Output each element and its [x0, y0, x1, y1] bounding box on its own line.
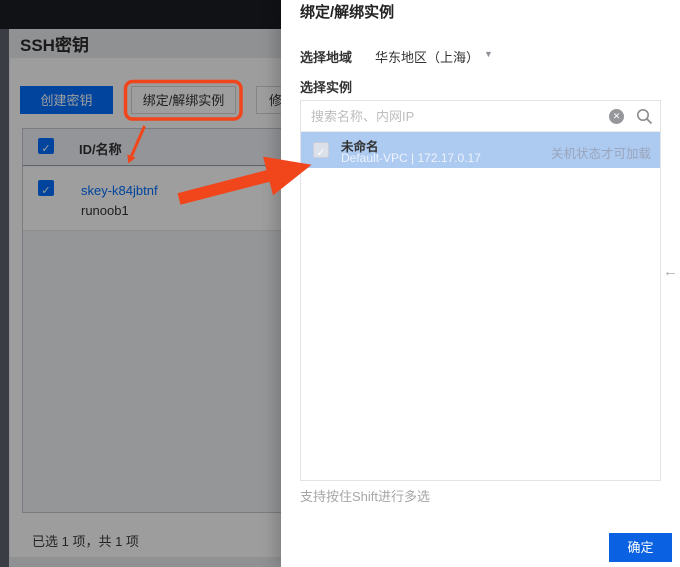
instance-checkbox[interactable]: ✓ [313, 142, 329, 159]
search-icon[interactable] [636, 108, 653, 125]
clear-icon[interactable]: ✕ [609, 109, 624, 124]
instance-search-bar: ✕ [301, 101, 660, 132]
instance-status-hint: 关机状态才可加载 [550, 147, 651, 161]
instance-network-detail: Default-VPC | 172.17.0.17 [341, 151, 481, 165]
instance-list-item[interactable]: ✓ 未命名 Default-VPC | 172.17.0.17 关机状态才可加载 [301, 132, 660, 168]
collapse-left-icon[interactable]: ← [663, 263, 678, 280]
check-icon: ✓ [316, 147, 326, 159]
region-label: 选择地域 [300, 50, 353, 65]
region-select[interactable]: 华东地区（上海） [375, 47, 479, 66]
modal-title: 绑定/解绑实例 [300, 4, 395, 21]
search-input[interactable] [301, 101, 660, 131]
bind-unbind-modal: 绑定/解绑实例 选择地域 华东地区（上海） ▼ 选择实例 ✕ ✓ 未命名 Def… [281, 0, 680, 567]
confirm-button[interactable]: 确定 [609, 533, 672, 562]
instance-label: 选择实例 [300, 80, 353, 95]
multi-select-hint: 支持按住Shift进行多选 [300, 489, 431, 504]
instance-list-box: ✕ ✓ 未命名 Default-VPC | 172.17.0.17 关机状态才可… [300, 100, 661, 481]
chevron-down-icon[interactable]: ▼ [484, 49, 493, 59]
